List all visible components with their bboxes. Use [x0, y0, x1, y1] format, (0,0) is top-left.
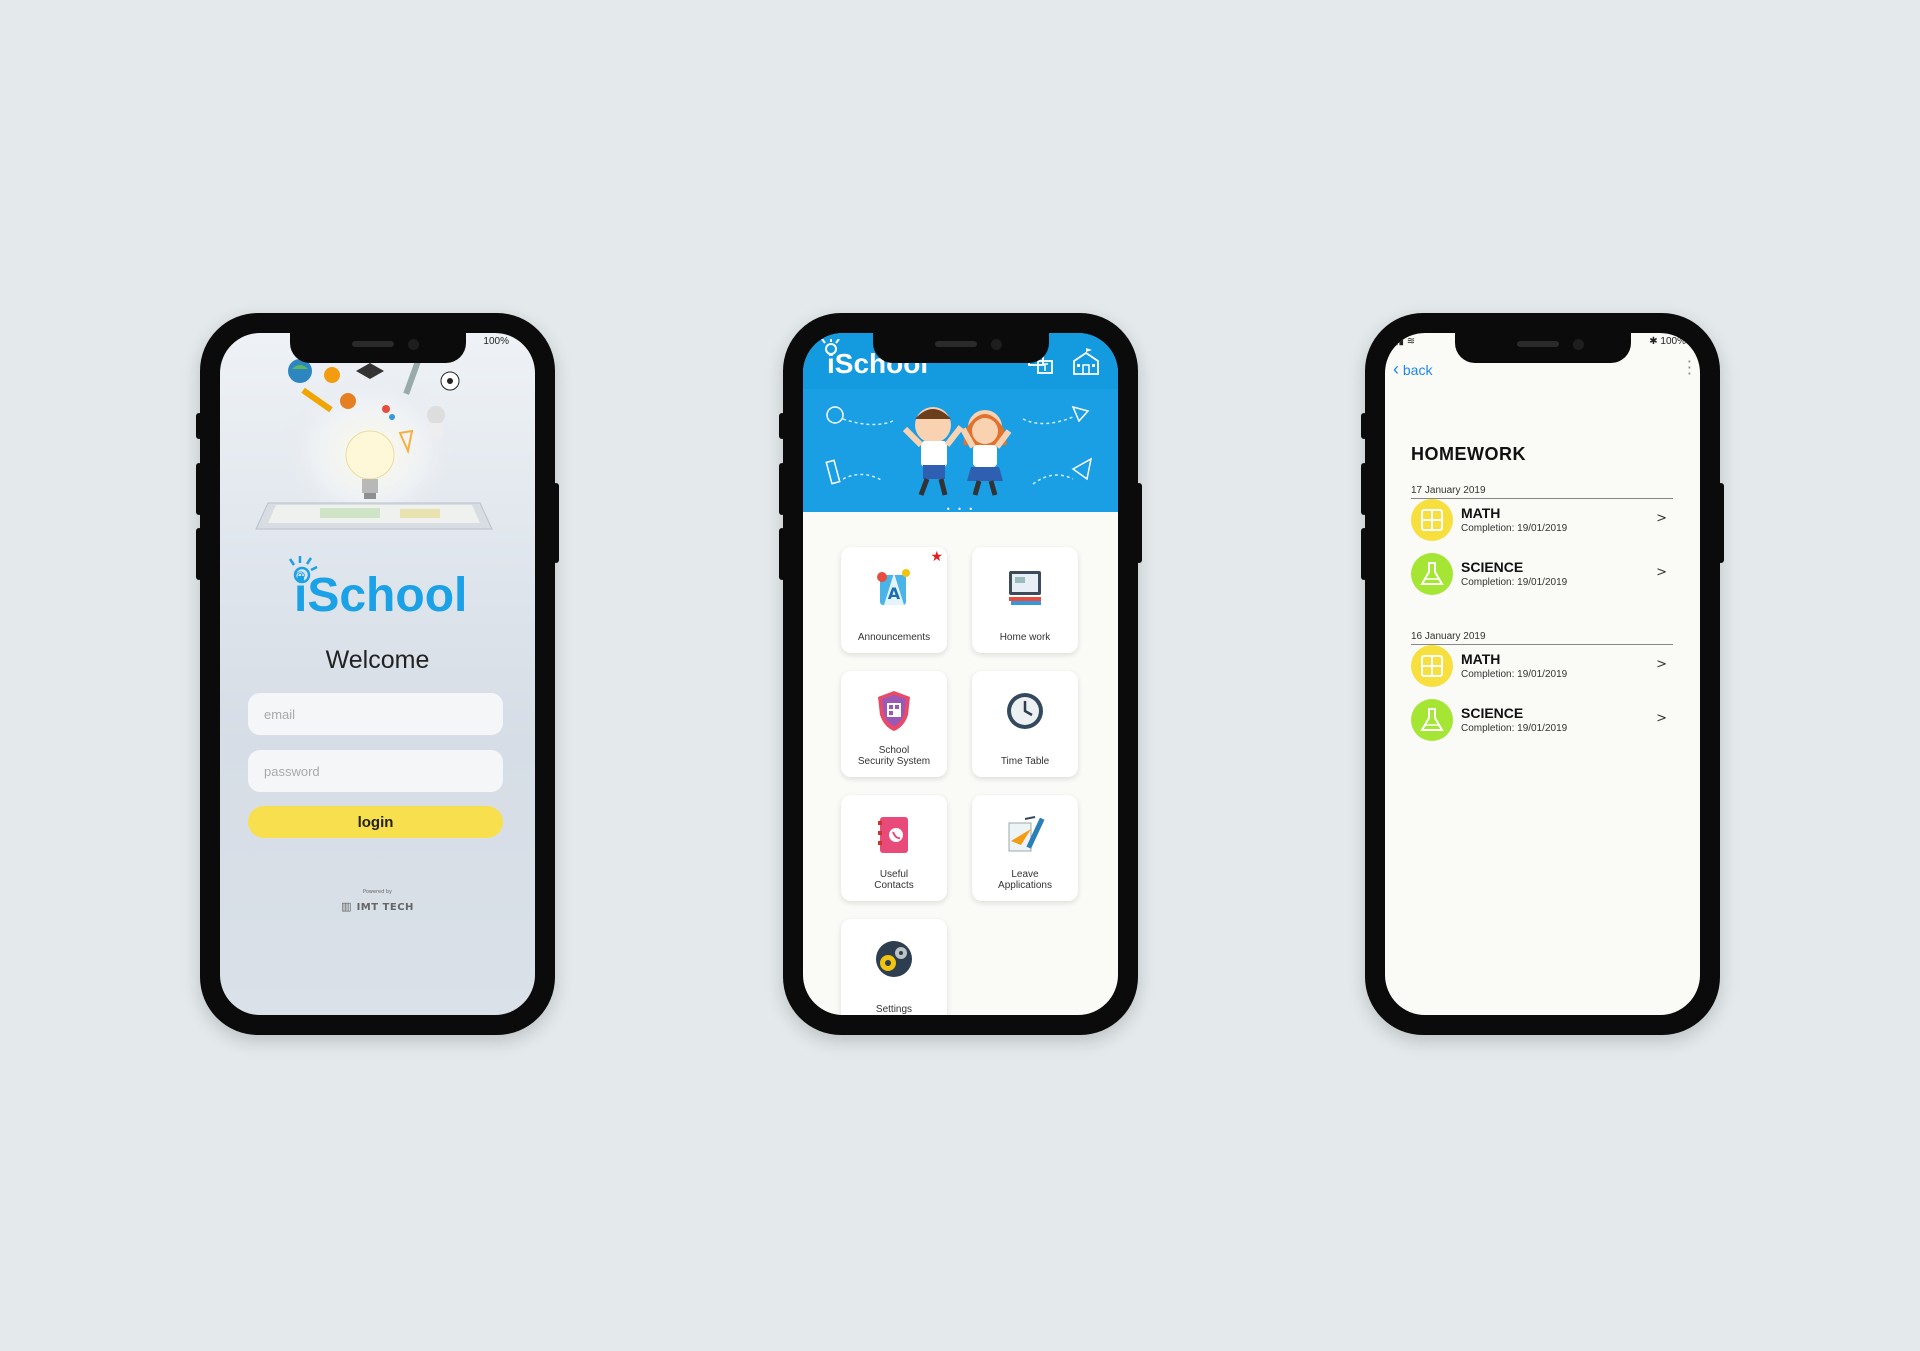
paper-plane-icon — [1008, 816, 1045, 852]
back-label: back — [1402, 362, 1433, 378]
clock-icon — [1007, 693, 1043, 729]
tile-label: Home work — [999, 632, 1051, 643]
login-screen: 100% @ iSchool Welcome email password lo… — [220, 333, 535, 1015]
completion-date: Completion: 19/01/2019 — [1461, 523, 1568, 534]
tile-label: Leave Applications — [998, 869, 1052, 891]
tile-time-table[interactable]: Time Table — [972, 671, 1078, 777]
svg-text:A: A — [888, 584, 901, 603]
mute-switch — [779, 413, 785, 439]
contacts-book-icon — [878, 817, 908, 853]
tile-label: Useful Contacts — [874, 869, 914, 891]
notch — [1454, 333, 1631, 363]
announcements-icon: A — [877, 569, 910, 605]
subject-name: MATH — [1461, 505, 1501, 521]
tile-label: School Security System — [857, 745, 931, 767]
battery-percent: 100% — [1660, 336, 1686, 347]
completion-date: Completion: 19/01/2019 — [1461, 669, 1568, 680]
volume-up-button — [1361, 463, 1367, 515]
flask-icon — [1411, 553, 1453, 595]
login-button[interactable]: login — [248, 806, 503, 838]
shield-icon — [878, 691, 910, 731]
battery-status: ✱ 100% — [1649, 336, 1686, 347]
phone-login: 100% @ iSchool Welcome email password lo… — [196, 313, 559, 1035]
tile-leave-applications[interactable]: Leave Applications — [972, 795, 1078, 901]
volume-down-button — [1361, 528, 1367, 580]
homework-item-math[interactable]: MATH Completion: 19/01/2019 > — [1411, 643, 1673, 687]
chevron-right-icon: > — [1656, 711, 1667, 726]
kids-illustration — [825, 405, 1093, 496]
tile-announcements[interactable]: ★ A Announcements — [841, 547, 947, 653]
notch — [289, 333, 466, 363]
gear-icon — [876, 941, 912, 977]
tile-settings[interactable]: Settings — [841, 919, 947, 1015]
volume-up-button — [779, 463, 785, 515]
subject-name: SCIENCE — [1461, 705, 1524, 721]
chevron-right-icon: > — [1656, 657, 1667, 672]
completion-date: Completion: 19/01/2019 — [1461, 723, 1568, 734]
chevron-right-icon: > — [1656, 565, 1667, 580]
powered-by-label: Powered by — [363, 889, 392, 895]
tile-useful-contacts[interactable]: Useful Contacts — [841, 795, 947, 901]
battery-status: 100% — [483, 336, 509, 347]
volume-up-button — [196, 463, 202, 515]
tile-label: Time Table — [1000, 756, 1050, 767]
more-options-icon[interactable]: · · · — [1687, 354, 1692, 382]
homework-icon — [1009, 571, 1041, 605]
email-field[interactable] — [248, 693, 503, 735]
notch — [872, 333, 1049, 363]
carousel-indicator[interactable]: • • • — [803, 505, 1118, 514]
power-button — [1718, 483, 1724, 563]
powered-by-footer: Powered by ▥ IMT TECH — [220, 889, 535, 914]
new-badge-icon: ★ — [930, 549, 943, 565]
tile-homework[interactable]: Home work — [972, 547, 1078, 653]
tile-school-security-system[interactable]: School Security System — [841, 671, 947, 777]
phone-homework: ▮▮ ≋ ✱ 100% ‹ back · · · HOMEWORK 17 Janua… — [1361, 313, 1724, 1035]
dashboard-screen: iSchool • • • ★ A Announcements Home wor… — [803, 333, 1118, 1015]
mute-switch — [1361, 413, 1367, 439]
homework-item-science[interactable]: SCIENCE Completion: 19/01/2019 > — [1411, 551, 1673, 595]
phone-dashboard: iSchool • • • ★ A Announcements Home wor… — [779, 313, 1142, 1035]
imt-tech-brand: IMT TECH — [356, 902, 414, 913]
logo-wordmark: iSchool — [294, 569, 467, 617]
flask-icon — [1411, 699, 1453, 741]
tile-label: Announcements — [857, 632, 931, 643]
mute-switch — [196, 413, 202, 439]
back-button[interactable]: ‹ back — [1393, 359, 1432, 380]
building-icon: ▥ — [341, 900, 352, 913]
homework-screen: ▮▮ ≋ ✱ 100% ‹ back · · · HOMEWORK 17 Janua… — [1385, 333, 1700, 1015]
math-icon — [1411, 499, 1453, 541]
welcome-heading: Welcome — [325, 646, 430, 674]
math-icon — [1411, 645, 1453, 687]
chevron-left-icon: ‹ — [1393, 359, 1399, 379]
password-field[interactable] — [248, 750, 503, 792]
subject-name: SCIENCE — [1461, 559, 1524, 575]
volume-down-button — [196, 528, 202, 580]
subject-name: MATH — [1461, 651, 1501, 667]
power-button — [1136, 483, 1142, 563]
ischool-logo: @ iSchool — [288, 556, 467, 617]
power-button — [553, 483, 559, 563]
homework-item-science[interactable]: SCIENCE Completion: 19/01/2019 > — [1411, 697, 1673, 741]
signal-icon: ▮▮ ≋ — [1393, 336, 1416, 347]
completion-date: Completion: 19/01/2019 — [1461, 577, 1568, 588]
page-title: HOMEWORK — [1411, 444, 1526, 464]
volume-down-button — [779, 528, 785, 580]
tile-label: Settings — [875, 1004, 913, 1015]
lightbulb-illustration — [255, 355, 493, 533]
chevron-right-icon: > — [1656, 511, 1667, 526]
school-icon[interactable] — [1071, 347, 1101, 377]
homework-item-math[interactable]: MATH Completion: 19/01/2019 > — [1411, 497, 1673, 541]
